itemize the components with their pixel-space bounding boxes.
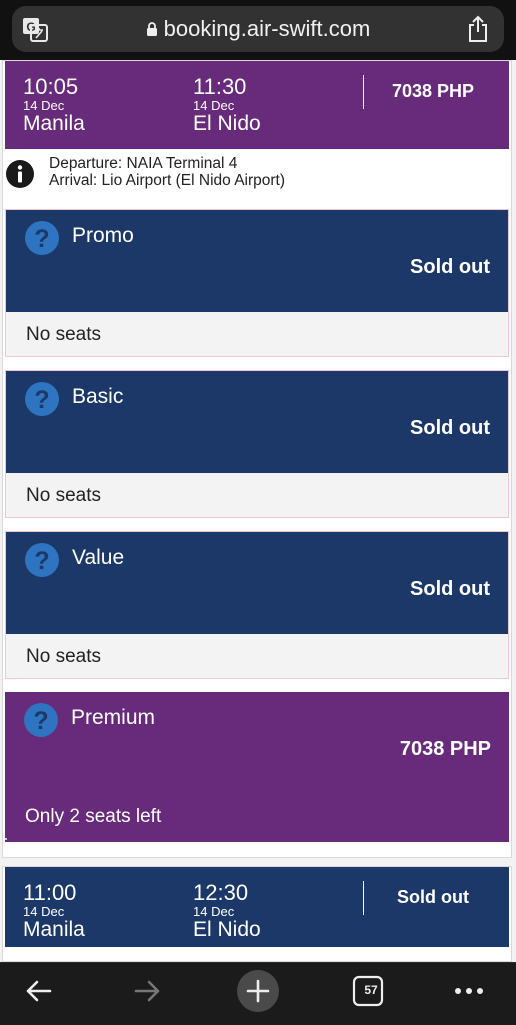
arrival-block: 11:30 14 Dec El Nido — [193, 75, 261, 135]
arrival-date: 14 Dec — [193, 98, 235, 113]
back-arrow-icon[interactable] — [24, 973, 54, 1009]
airport-info: Departure: NAIA Terminal 4 Arrival: Lio … — [3, 149, 511, 207]
departure-block: 11:00 14 Dec Manila — [23, 881, 85, 941]
info-icon[interactable] — [5, 159, 35, 189]
arrival-time: 11:30 — [193, 74, 247, 99]
svg-text:?: ? — [34, 386, 49, 414]
fare-name: Premium — [71, 706, 156, 729]
departure-time: 11:00 — [23, 880, 77, 905]
svg-text:?: ? — [34, 547, 49, 575]
address-bar[interactable]: G booking.air-swift.com — [12, 6, 504, 52]
fare-name: Basic — [72, 385, 124, 408]
new-tab-plus-icon[interactable] — [236, 969, 280, 1013]
fare-option-basic[interactable]: ? Basic Sold out No seats — [5, 370, 509, 518]
fare-status: Sold out — [410, 417, 490, 439]
arrival-info: Arrival: Lio Airport (El Nido Airport) — [49, 172, 286, 189]
flight-header[interactable]: 11:00 14 Dec Manila 12:30 14 Dec El Nido… — [5, 867, 509, 947]
fare-seats: No seats — [26, 646, 101, 667]
departure-city: Manila — [23, 112, 85, 135]
header-divider — [363, 881, 364, 915]
fare-seats: No seats — [26, 485, 101, 506]
browser-bottom-bar: 57 — [0, 962, 516, 1025]
departure-time: 10:05 — [23, 74, 79, 99]
fare-price: 7038 PHP — [399, 738, 491, 760]
forward-arrow-icon[interactable] — [132, 973, 162, 1009]
arrival-city: El Nido — [193, 918, 261, 941]
departure-date: 14 Dec — [23, 98, 65, 113]
fare-status: Sold out — [410, 256, 490, 278]
flight-price: Sold out — [397, 887, 469, 907]
fare-status: Sold out — [410, 578, 490, 600]
header-divider — [363, 75, 364, 109]
svg-text:?: ? — [33, 707, 48, 735]
flight-price: 7038 PHP — [391, 81, 475, 101]
help-icon[interactable]: ? — [24, 220, 60, 256]
fare-name: Promo — [72, 224, 134, 247]
fare-option-value[interactable]: ? Value Sold out No seats — [5, 531, 509, 679]
help-icon[interactable]: ? — [24, 381, 60, 417]
flight-header[interactable]: 10:05 14 Dec Manila 11:30 14 Dec El Nido… — [5, 61, 509, 149]
flight-card: 10:05 14 Dec Manila 11:30 14 Dec El Nido… — [2, 60, 512, 858]
help-icon[interactable]: ? — [24, 542, 60, 578]
svg-text:?: ? — [34, 225, 49, 253]
fare-option-premium[interactable]: ? Premium 7038 PHP Only 2 seats left — [5, 692, 509, 842]
departure-city: Manila — [23, 918, 85, 941]
fare-option-promo[interactable]: ? Promo Sold out No seats — [5, 209, 509, 357]
fare-seats: No seats — [26, 324, 101, 345]
help-icon[interactable]: ? — [23, 702, 59, 738]
arrival-date: 14 Dec — [193, 904, 235, 919]
arrival-block: 12:30 14 Dec El Nido — [193, 881, 261, 941]
departure-info: Departure: NAIA Terminal 4 — [49, 155, 238, 172]
departure-block: 10:05 14 Dec Manila — [23, 75, 85, 135]
share-icon[interactable] — [466, 15, 490, 43]
departure-date: 14 Dec — [23, 904, 65, 919]
url-text[interactable]: booking.air-swift.com — [164, 16, 371, 41]
flight-card: 11:00 14 Dec Manila 12:30 14 Dec El Nido… — [2, 866, 512, 962]
lock-icon — [146, 22, 157, 36]
more-icon[interactable] — [454, 979, 484, 1003]
tabs-icon[interactable]: 57 — [352, 975, 390, 1009]
tabs-count: 57 — [364, 983, 378, 997]
booking-page: 10:05 14 Dec Manila 11:30 14 Dec El Nido… — [0, 60, 516, 962]
arrival-city: El Nido — [193, 112, 261, 135]
fare-name: Value — [72, 546, 125, 569]
fare-seats: Only 2 seats left — [25, 806, 162, 827]
browser-top-bar: G booking.air-swift.com — [0, 0, 516, 60]
arrival-time: 12:30 — [193, 880, 249, 905]
